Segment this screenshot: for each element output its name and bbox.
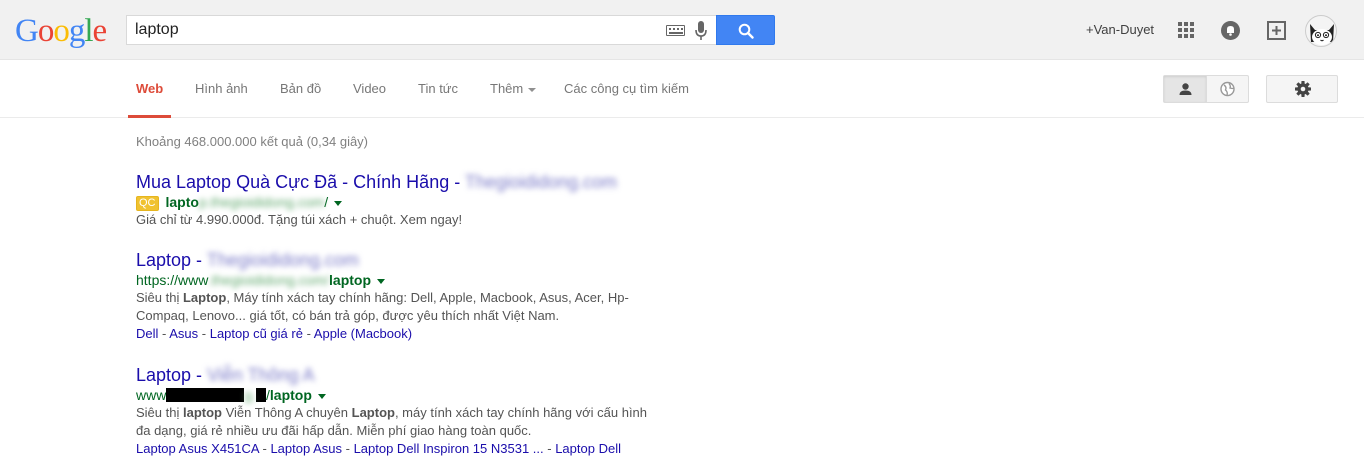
sitelink[interactable]: Dell bbox=[136, 326, 158, 341]
logo-letter: g bbox=[68, 13, 85, 49]
logo-letter: e bbox=[92, 13, 108, 49]
url-prefix: www bbox=[136, 387, 167, 403]
sitelink[interactable]: Laptop Asus X451CA bbox=[136, 441, 259, 456]
result-snippet: Siêu thị laptop Viễn Thông A chuyên Lapt… bbox=[136, 404, 656, 440]
result-snippet: Giá chỉ từ 4.990.000đ. Tặng túi xách + c… bbox=[136, 212, 463, 227]
logo-letter: o bbox=[37, 13, 54, 49]
snippet-bold: Laptop bbox=[351, 405, 395, 420]
active-tab-indicator bbox=[128, 115, 171, 118]
share-box-icon[interactable] bbox=[1267, 21, 1286, 40]
chevron-down-icon bbox=[528, 87, 537, 92]
sitelink[interactable]: Asus bbox=[169, 326, 198, 341]
global-results-button[interactable] bbox=[1207, 76, 1248, 102]
blurred-domain: Viễn Thông A bbox=[207, 365, 315, 385]
search-tabs: Web Hình ảnh Bản đồ Video Tin tức Thêm C… bbox=[0, 60, 1364, 118]
snippet-bold: Laptop bbox=[182, 290, 227, 305]
personal-results-button[interactable] bbox=[1164, 76, 1207, 102]
sitelink[interactable]: Laptop Dell Inspiron 15 N3531 ... bbox=[354, 441, 544, 456]
chevron-down-icon[interactable] bbox=[334, 200, 343, 206]
tab-news[interactable]: Tin tức bbox=[418, 81, 458, 97]
logo-letter: o bbox=[53, 13, 69, 49]
google-logo[interactable]: Google bbox=[15, 11, 108, 51]
top-bar: Google +Van-Duyet bbox=[0, 0, 1364, 60]
tab-images[interactable]: Hình ảnh bbox=[195, 81, 248, 97]
ad-badge: QC bbox=[136, 196, 159, 211]
tab-more[interactable]: Thêm bbox=[490, 81, 537, 97]
result-url: www g./laptop bbox=[136, 386, 676, 404]
url-bold: laptop bbox=[329, 272, 372, 288]
search-result: Laptop - Viễn Thông A www g./laptop Siêu … bbox=[136, 364, 676, 458]
chevron-down-icon[interactable] bbox=[377, 278, 386, 284]
separator: - bbox=[198, 326, 210, 341]
settings-button[interactable] bbox=[1266, 75, 1338, 103]
url-prefix: https://www bbox=[136, 272, 208, 288]
notifications-icon[interactable] bbox=[1221, 21, 1240, 40]
search-button[interactable] bbox=[716, 15, 775, 45]
blurred-domain: Thegioididong.com bbox=[464, 172, 617, 192]
sitelinks: Laptop Asus X451CA - Laptop Asus - Lapto… bbox=[136, 440, 676, 458]
search-input[interactable] bbox=[135, 16, 655, 44]
microphone-icon[interactable] bbox=[694, 21, 708, 41]
redaction-bar bbox=[166, 388, 245, 402]
result-title-link[interactable]: Laptop - Thegioididong.com bbox=[136, 249, 676, 271]
blurred-url: g. bbox=[244, 387, 257, 403]
snippet-bold: laptop bbox=[182, 405, 222, 420]
ad-result: Mua Laptop Quà Cực Đã - Chính Hãng - The… bbox=[136, 171, 676, 229]
personal-results-toggle bbox=[1163, 75, 1249, 103]
sitelink[interactable]: Laptop cũ giá rẻ bbox=[210, 326, 303, 341]
url-bold: lapto bbox=[165, 194, 199, 210]
cat-avatar-icon bbox=[1310, 24, 1334, 45]
result-stats: Khoảng 468.000.000 kết quả (0,34 giây) bbox=[136, 134, 369, 149]
separator: - bbox=[258, 441, 271, 456]
keyboard-icon[interactable] bbox=[666, 25, 685, 36]
sitelink[interactable]: Apple (Macbook) bbox=[314, 326, 412, 341]
sitelinks: Dell - Asus - Laptop cũ giá rẻ - Apple (… bbox=[136, 325, 676, 343]
gear-icon bbox=[1295, 81, 1311, 97]
snippet-text: Siêu thị bbox=[136, 290, 183, 305]
result-url: QC laptop.thegioididong.com/ bbox=[136, 193, 676, 211]
sitelink[interactable]: Laptop Asus bbox=[270, 441, 342, 456]
chevron-down-icon[interactable] bbox=[317, 393, 326, 399]
separator: - bbox=[342, 441, 354, 456]
snippet-text: Siêu thị bbox=[136, 405, 183, 420]
blurred-domain: Thegioididong.com bbox=[206, 250, 359, 270]
separator: - bbox=[302, 326, 314, 341]
sitelink[interactable]: Laptop Dell bbox=[555, 441, 621, 456]
blurred-url: p.thegioididong.com bbox=[198, 194, 325, 210]
result-title-link[interactable]: Mua Laptop Quà Cực Đã - Chính Hãng - The… bbox=[136, 171, 676, 193]
logo-letter: l bbox=[84, 13, 93, 49]
globe-icon bbox=[1220, 81, 1235, 97]
separator: - bbox=[543, 441, 556, 456]
result-title-link[interactable]: Laptop - Viễn Thông A bbox=[136, 364, 676, 386]
blurred-url: .thegioididong.com/ bbox=[207, 272, 330, 288]
result-title-text: Laptop - bbox=[136, 250, 207, 270]
result-snippet: Siêu thị Laptop, Máy tính xách tay chính… bbox=[136, 289, 636, 325]
url-suffix: / bbox=[324, 194, 329, 210]
result-url: https://www.thegioididong.com/laptop bbox=[136, 271, 676, 289]
search-result: Laptop - Thegioididong.com https://www.t… bbox=[136, 249, 676, 343]
url-bold: laptop bbox=[269, 387, 312, 403]
snippet-text: Viễn Thông A chuyên bbox=[221, 405, 352, 420]
redaction-bar bbox=[256, 388, 267, 402]
tab-search-tools[interactable]: Các công cụ tìm kiếm bbox=[564, 81, 689, 97]
search-box bbox=[126, 15, 716, 45]
separator: - bbox=[158, 326, 170, 341]
tab-video[interactable]: Video bbox=[353, 81, 386, 97]
result-title-text: Laptop - bbox=[136, 365, 208, 385]
logo-letter: G bbox=[15, 13, 39, 49]
apps-grid-icon[interactable] bbox=[1178, 22, 1195, 39]
person-icon bbox=[1179, 83, 1192, 95]
search-icon bbox=[738, 23, 754, 39]
avatar[interactable] bbox=[1305, 15, 1337, 47]
result-title-text: Mua Laptop Quà Cực Đã - Chính Hãng - bbox=[136, 172, 465, 192]
plus-icon bbox=[1272, 26, 1281, 35]
bell-icon bbox=[1227, 26, 1234, 36]
tab-more-label: Thêm bbox=[490, 81, 524, 96]
user-profile-link[interactable]: +Van-Duyet bbox=[1086, 22, 1154, 37]
tab-web[interactable]: Web bbox=[136, 81, 163, 97]
tab-maps[interactable]: Bản đồ bbox=[280, 81, 321, 97]
